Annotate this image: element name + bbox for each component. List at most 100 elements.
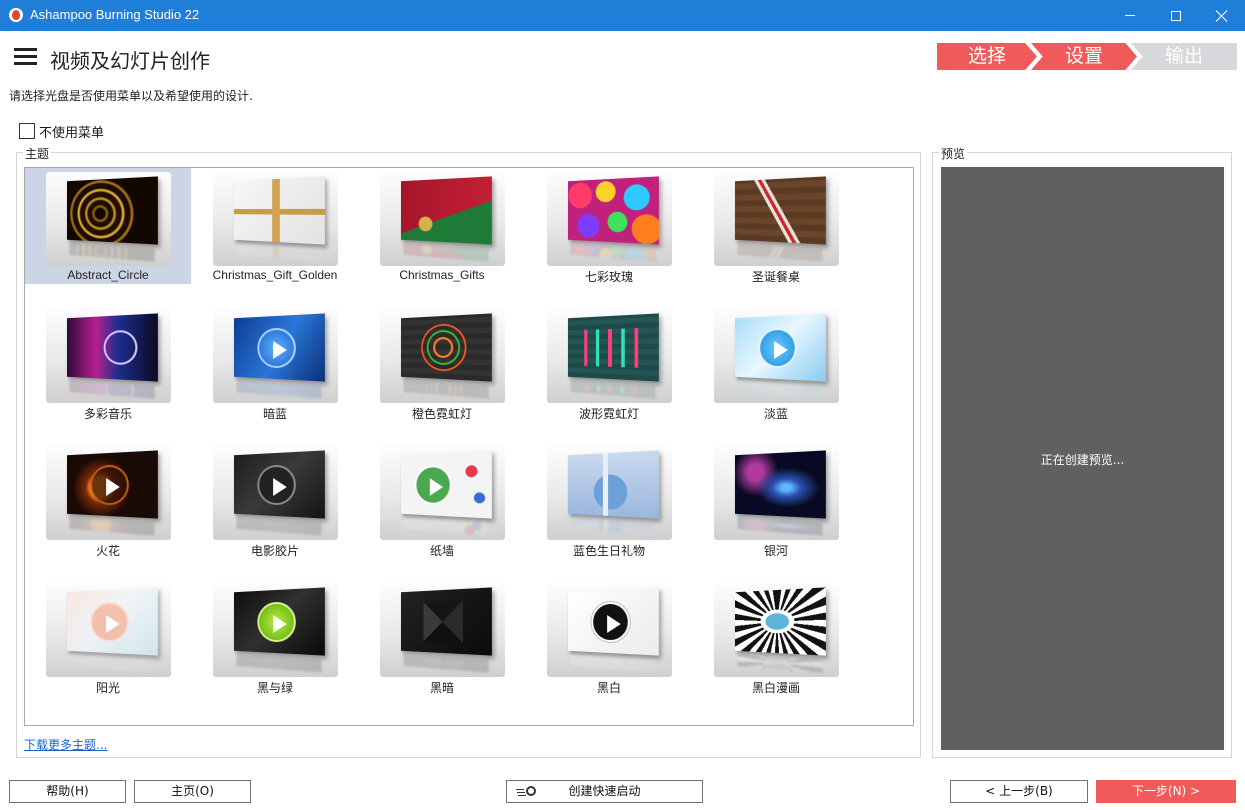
page-title: 视频及幻灯片创作 [50,49,210,73]
no-menu-checkbox[interactable] [19,123,35,139]
play-icon [257,463,296,506]
play-icon [90,600,129,643]
theme-item-film[interactable]: 电影胶片 [192,442,358,558]
theme-thumbnail [714,583,839,677]
download-more-themes-link[interactable]: 下载更多主题... [24,736,107,753]
golden-ribbon-gift-image [234,176,325,245]
theme-thumbnail [46,309,171,403]
close-button[interactable] [1199,0,1245,31]
theme-thumbnail [46,583,171,677]
theme-thumbnail [714,446,839,540]
dark-diamond-image [401,587,492,656]
theme-item-paper-wall[interactable]: 纸墙 [359,442,525,558]
preview-area: 正在创建预览... [941,167,1224,750]
theme-item-black-white[interactable]: 黑白 [526,579,692,695]
theme-thumbnail [213,446,338,540]
black-green-play-image [234,587,325,656]
theme-thumbnail [380,583,505,677]
theme-thumbnail [547,446,672,540]
theme-thumbnail [213,583,338,677]
preview-legend: 预览 [939,145,968,162]
step-output: 输出 [1131,43,1237,70]
theme-thumbnail [46,446,171,540]
themes-legend: 主题 [23,145,52,162]
theme-thumbnail [547,172,672,266]
theme-item-waveform-neon[interactable]: 波形霓虹灯 [526,305,692,421]
theme-item-sparks[interactable]: 火花 [25,442,191,558]
theme-item-orange-neon[interactable]: 橙色霓虹灯 [359,305,525,421]
theme-item-dark-blue[interactable]: 暗蓝 [192,305,358,421]
maximize-icon [1171,10,1181,21]
theme-item-galaxy[interactable]: 银河 [693,442,859,558]
play-icon [414,464,452,505]
theme-thumbnail [213,309,338,403]
maximize-button[interactable] [1153,0,1199,31]
theme-item-colorful-music[interactable]: 多彩音乐 [25,305,191,421]
step-settings: 设置 [1031,43,1137,70]
play-icon [90,463,129,506]
dark-blue-play-image [234,313,325,382]
play-icon [758,326,797,369]
app-logo-icon [9,8,23,22]
theme-label: 电影胶片 [250,544,299,558]
theme-label: 橙色霓虹灯 [411,407,472,421]
theme-label: 火花 [95,544,120,558]
film-play-image [234,450,325,519]
galaxy-image [735,450,826,519]
theme-label: 七彩玫瑰 [584,270,633,284]
light-blue-play-image [735,313,826,382]
theme-label: Abstract_Circle [67,268,149,282]
title-bar: Ashampoo Burning Studio 22 [0,0,1245,31]
theme-item-sunshine[interactable]: 阳光 [25,579,191,695]
theme-thumbnail [714,309,839,403]
theme-item-christmas-gifts[interactable]: Christmas_Gifts [359,168,525,284]
previous-step-button[interactable]: < 上一步(B) [950,780,1088,803]
hamburger-menu-icon[interactable] [14,48,37,66]
next-step-button[interactable]: 下一步(N) > [1096,780,1236,803]
minimize-button[interactable] [1107,0,1153,31]
theme-item-christmas-table[interactable]: 圣诞餐桌 [693,168,859,284]
theme-thumbnail [380,309,505,403]
close-icon [1216,10,1228,22]
help-button[interactable]: 帮助(H) [9,780,126,803]
theme-label: 暗蓝 [262,407,287,421]
no-menu-checkbox-label[interactable]: 不使用菜单 [39,122,104,141]
theme-item-dark[interactable]: 黑暗 [359,579,525,695]
theme-item-bw-comic[interactable]: 黑白漫画 [693,579,859,695]
theme-item-christmas-gift-golden[interactable]: Christmas_Gift_Golden [192,168,358,284]
theme-item-black-green[interactable]: 黑与绿 [192,579,358,695]
step-indicator: 选择 设置 输出 [937,43,1237,70]
theme-thumbnail [380,446,505,540]
christmas-table-image [735,176,826,245]
theme-list[interactable]: Abstract_Circle Christmas_Gift_Golden Ch… [24,167,914,726]
theme-thumbnail [714,172,839,266]
theme-label: 黑白 [596,681,621,695]
sunshine-play-image [67,587,158,656]
waveform-neon-image [568,313,659,382]
no-menu-checkbox-row[interactable]: 不使用菜单 [19,122,104,141]
theme-item-abstract-circle[interactable]: Abstract_Circle [25,168,191,284]
running-man-icon [516,786,536,798]
orange-neon-image [401,313,492,382]
create-quick-start-button[interactable]: 创建快速启动 [506,780,703,803]
play-icon [257,326,296,369]
theme-thumbnail [213,172,338,266]
blue-birthday-gift-image [568,450,659,519]
step-select: 选择 [937,43,1037,70]
theme-thumbnail [547,583,672,677]
theme-item-light-blue[interactable]: 淡蓝 [693,305,859,421]
theme-label: 纸墙 [429,544,454,558]
pow-comic-image [735,587,826,656]
theme-label: Christmas_Gifts [399,268,485,282]
theme-item-rainbow-roses[interactable]: 七彩玫瑰 [526,168,692,284]
page-subtitle: 请选择光盘是否使用菜单以及希望使用的设计. [9,89,253,103]
home-button[interactable]: 主页(O) [134,780,251,803]
theme-item-blue-birthday-gift[interactable]: 蓝色生日礼物 [526,442,692,558]
theme-label: 圣诞餐桌 [751,270,800,284]
theme-label: 黑暗 [429,681,454,695]
theme-label: 银河 [763,544,788,558]
minimize-icon [1125,15,1135,16]
theme-thumbnail [380,172,505,266]
theme-label: 黑白漫画 [751,681,800,695]
preview-status: 正在创建预览... [1040,453,1125,467]
